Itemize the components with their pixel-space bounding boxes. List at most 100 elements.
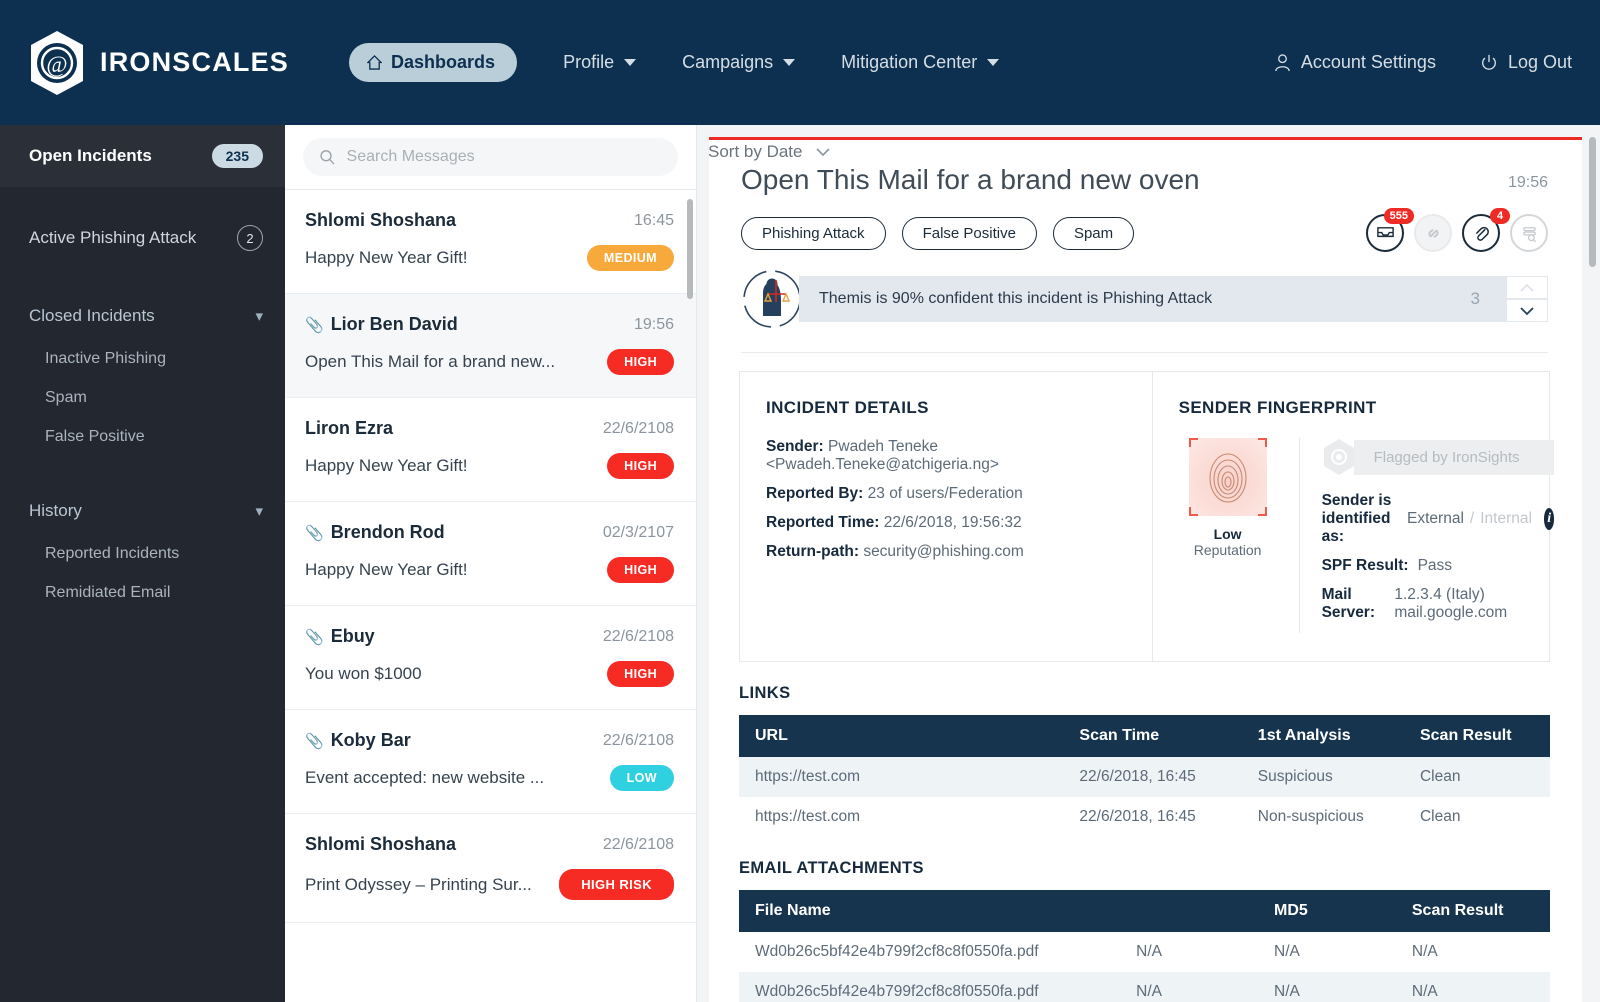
message-list-panel: Shlomi Shoshana 16:45 Happy New Year Gif… bbox=[285, 125, 697, 1002]
fingerprint-icon bbox=[1188, 438, 1267, 516]
tag-spam[interactable]: Spam bbox=[1052, 216, 1135, 250]
attachments-col-file-name[interactable]: File Name bbox=[739, 890, 1121, 932]
attachments-table-header-row: File Name MD5 Scan Result bbox=[739, 890, 1550, 932]
message-list-item[interactable]: Shlomi Shoshana 16:45 Happy New Year Gif… bbox=[285, 190, 696, 294]
attachments-table-row[interactable]: Wd0b26c5bf42e4b799f2cf8c8f0550fa.pdf N/A… bbox=[739, 932, 1550, 972]
at-hexagon-logo-icon: @ bbox=[31, 30, 83, 95]
top-navigation-bar: @ IRONSCALES Dashboards Profile Campaign… bbox=[0, 0, 1600, 125]
logout-button[interactable]: Log Out bbox=[1480, 52, 1572, 73]
links-col-url[interactable]: URL bbox=[739, 715, 1064, 757]
links-col-first-analysis[interactable]: 1st Analysis bbox=[1241, 715, 1404, 757]
incident-action-icons: 555 4 bbox=[1366, 208, 1548, 252]
search-box[interactable] bbox=[303, 138, 678, 176]
message-list-item[interactable]: 📎 Koby Bar 22/6/2108 Event accepted: new… bbox=[285, 710, 696, 814]
message-list-item[interactable]: 📎 Lior Ben David 19:56 Open This Mail fo… bbox=[285, 294, 696, 398]
themis-prev-button[interactable] bbox=[1506, 276, 1548, 299]
attachments-table: File Name MD5 Scan Result Wd0b26c5bf42e4… bbox=[739, 890, 1550, 1002]
tag-false-positive[interactable]: False Positive bbox=[901, 216, 1037, 250]
sidebar-item-remidiated-email[interactable]: Remidiated Email bbox=[0, 573, 285, 612]
links-heading: LINKS bbox=[739, 684, 791, 702]
sidebar-item-reported-incidents[interactable]: Reported Incidents bbox=[0, 534, 285, 573]
links-table-row[interactable]: https://test.com 22/6/2018, 16:45 Suspic… bbox=[739, 757, 1550, 797]
attachments-section: EMAIL ATTACHMENTS File Name MD5 Scan Res… bbox=[739, 859, 1550, 1002]
message-list-item[interactable]: 📎 Brendon Rod 02/3/2107 Happy New Year G… bbox=[285, 502, 696, 606]
message-date: 22/6/2108 bbox=[602, 731, 674, 749]
themis-message-text: Themis is 90% confident this incident is… bbox=[819, 290, 1213, 307]
links-col-scan-result[interactable]: Scan Result bbox=[1403, 715, 1550, 757]
reputation-block: Low Reputation bbox=[1179, 438, 1277, 633]
nav-dashboards[interactable]: Dashboards bbox=[349, 43, 518, 82]
info-icon[interactable]: i bbox=[1543, 508, 1555, 530]
incident-time: 19:56 bbox=[1507, 174, 1548, 191]
message-list-item[interactable]: Liron Ezra 22/6/2108 Happy New Year Gift… bbox=[285, 398, 696, 502]
links-col-scan-time[interactable]: Scan Time bbox=[1063, 715, 1242, 757]
sidebar-group-history[interactable]: History ▾ bbox=[0, 488, 285, 534]
open-incidents-count: 235 bbox=[211, 144, 263, 168]
sender-identified-active: External bbox=[1407, 510, 1464, 527]
chevron-down-icon bbox=[783, 59, 796, 66]
mail-server-value: 1.2.3.4 (Italy) mail.google.com bbox=[1394, 586, 1508, 621]
severity-badge: HIGH bbox=[607, 349, 674, 375]
attachments-col-scan-result[interactable]: Scan Result bbox=[1395, 890, 1550, 932]
incident-title: Open This Mail for a brand new oven bbox=[741, 164, 1200, 195]
message-subject: You won $1000 bbox=[305, 664, 422, 683]
incident-detail-row: Return-path: security@phishing.com bbox=[766, 543, 1124, 561]
link-icon bbox=[1427, 228, 1439, 238]
nav-campaigns-label: Campaigns bbox=[682, 52, 774, 72]
message-subject: Happy New Year Gift! bbox=[305, 560, 468, 579]
sidebar-item-active-phishing-attack[interactable]: Active Phishing Attack 2 bbox=[0, 215, 285, 261]
message-subject: Print Odyssey – Printing Sur... bbox=[305, 874, 532, 894]
nav-profile[interactable]: Profile bbox=[563, 52, 637, 73]
sort-by-date-control[interactable]: Sort by Date bbox=[708, 142, 831, 162]
sidebar-item-inactive-phishing[interactable]: Inactive Phishing bbox=[0, 339, 285, 378]
inbox-badge-count: 555 bbox=[1383, 208, 1414, 224]
message-list-scrollbar[interactable] bbox=[687, 199, 693, 299]
brand-logo[interactable]: @ IRONSCALES bbox=[28, 30, 289, 96]
themis-next-button[interactable] bbox=[1506, 299, 1548, 322]
paperclip-icon: 📎 bbox=[305, 524, 324, 542]
sidebar-item-spam[interactable]: Spam bbox=[0, 378, 285, 417]
severity-badge: HIGH RISK bbox=[559, 869, 674, 900]
themis-insight-count: 3 bbox=[1470, 289, 1480, 308]
link-icon-button[interactable] bbox=[1414, 214, 1452, 252]
mail-server-row: Mail Server: 1.2.3.4 (Italy) mail.google… bbox=[1322, 586, 1555, 622]
spf-result-key: SPF Result: bbox=[1321, 557, 1409, 574]
severity-badge: HIGH bbox=[607, 557, 674, 583]
inbox-icon-button[interactable]: 555 bbox=[1366, 208, 1414, 252]
search-icon bbox=[320, 150, 335, 165]
message-sender-name: Koby Bar bbox=[330, 730, 411, 750]
attachments-col-md5[interactable]: MD5 bbox=[1258, 890, 1396, 932]
sidebar-header-open-incidents[interactable]: Open Incidents 235 bbox=[0, 125, 285, 187]
severity-badge: HIGH bbox=[607, 453, 674, 479]
attachments-table-row[interactable]: Wd0b26c5bf42e4b799f2cf8c8f0550fa.pdf N/A… bbox=[739, 972, 1550, 1002]
sidebar-item-false-positive[interactable]: False Positive bbox=[0, 417, 285, 456]
nav-mitigation-center[interactable]: Mitigation Center bbox=[841, 52, 1000, 73]
incident-detail-key: Reported Time: bbox=[766, 514, 880, 531]
header-analysis-icon-button[interactable] bbox=[1510, 214, 1548, 252]
secondary-nav: Account Settings Log Out bbox=[1274, 52, 1572, 73]
nav-campaigns[interactable]: Campaigns bbox=[682, 52, 796, 73]
sidebar-item-label: Reported Incidents bbox=[45, 544, 180, 562]
active-phishing-count: 2 bbox=[237, 225, 263, 251]
themis-nav bbox=[1506, 276, 1548, 322]
tag-phishing-attack[interactable]: Phishing Attack bbox=[741, 216, 886, 250]
sidebar-item-label: Remidiated Email bbox=[45, 583, 171, 601]
account-settings-button[interactable]: Account Settings bbox=[1274, 52, 1436, 73]
attachment-md5: N/A bbox=[1274, 943, 1300, 960]
message-sender-name: Brendon Rod bbox=[330, 522, 445, 542]
link-scan-time: 22/6/2018, 16:45 bbox=[1079, 808, 1196, 825]
incident-detail-card: Open This Mail for a brand new oven 19:5… bbox=[709, 137, 1582, 1002]
incident-header: Open This Mail for a brand new oven 19:5… bbox=[709, 140, 1582, 353]
attachment-md5: N/A bbox=[1258, 972, 1396, 1002]
message-sender: 📎 Koby Bar bbox=[305, 730, 411, 751]
message-list[interactable]: Shlomi Shoshana 16:45 Happy New Year Gif… bbox=[285, 189, 696, 1002]
links-table-row[interactable]: https://test.com 22/6/2018, 16:45 Non-su… bbox=[739, 797, 1550, 837]
search-input[interactable] bbox=[346, 148, 662, 166]
chevron-up-icon bbox=[1520, 283, 1534, 292]
message-list-item[interactable]: 📎 Ebuy 22/6/2108 You won $1000 HIGH bbox=[285, 606, 696, 710]
attachments-icon-button[interactable]: 4 bbox=[1462, 208, 1510, 252]
sidebar-group-closed-incidents[interactable]: Closed Incidents ▾ bbox=[0, 293, 285, 339]
message-list-item[interactable]: Shlomi Shoshana 22/6/2108 Print Odyssey … bbox=[285, 814, 696, 923]
detail-panel-scrollbar[interactable] bbox=[1589, 137, 1596, 267]
reputation-level: Low bbox=[1213, 526, 1242, 542]
